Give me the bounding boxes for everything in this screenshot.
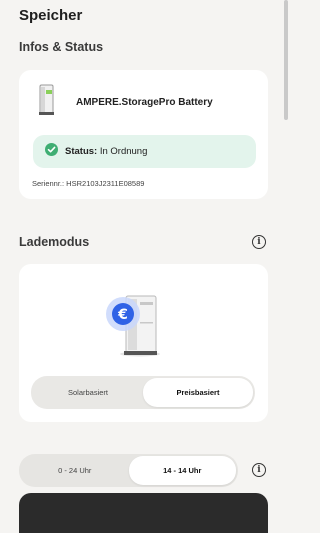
option-preisbasiert[interactable]: Preisbasiert	[143, 378, 253, 407]
device-name: AMPERE.StoragePro Battery	[76, 97, 213, 108]
option-14-14[interactable]: 14 - 14 Uhr	[128, 456, 236, 485]
device-info-card: AMPERE.StoragePro Battery Status: In Ord…	[19, 70, 268, 199]
charge-mode-toggle: Solarbasiert Preisbasiert	[31, 376, 255, 409]
scrollbar[interactable]	[284, 0, 288, 120]
bottom-sheet[interactable]	[19, 493, 268, 533]
option-0-24[interactable]: 0 - 24 Uhr	[21, 456, 129, 485]
section-title-info: Infos & Status	[19, 40, 104, 54]
status-value: In Ordnung	[99, 146, 148, 157]
status-text: Status: In Ordnung	[65, 146, 147, 157]
check-circle-icon	[45, 142, 58, 161]
page-title: Speicher	[19, 7, 83, 24]
info-icon[interactable]: i	[252, 235, 266, 249]
svg-text:€: €	[117, 307, 128, 323]
info-icon[interactable]: i	[252, 463, 266, 477]
status-label: Status:	[65, 146, 98, 157]
serial-number: Seriennr.: HSR2103J2311E08589	[32, 179, 145, 188]
battery-device-icon	[37, 84, 57, 121]
storage-euro-illustration: €	[104, 293, 164, 362]
time-range-toggle: 0 - 24 Uhr 14 - 14 Uhr	[19, 454, 238, 487]
option-solarbasiert[interactable]: Solarbasiert	[33, 378, 143, 407]
status-box: Status: In Ordnung	[33, 135, 256, 168]
charge-mode-card: € Solarbasiert Preisbasiert	[19, 264, 268, 422]
section-title-charge-mode: Lademodus	[19, 235, 90, 249]
